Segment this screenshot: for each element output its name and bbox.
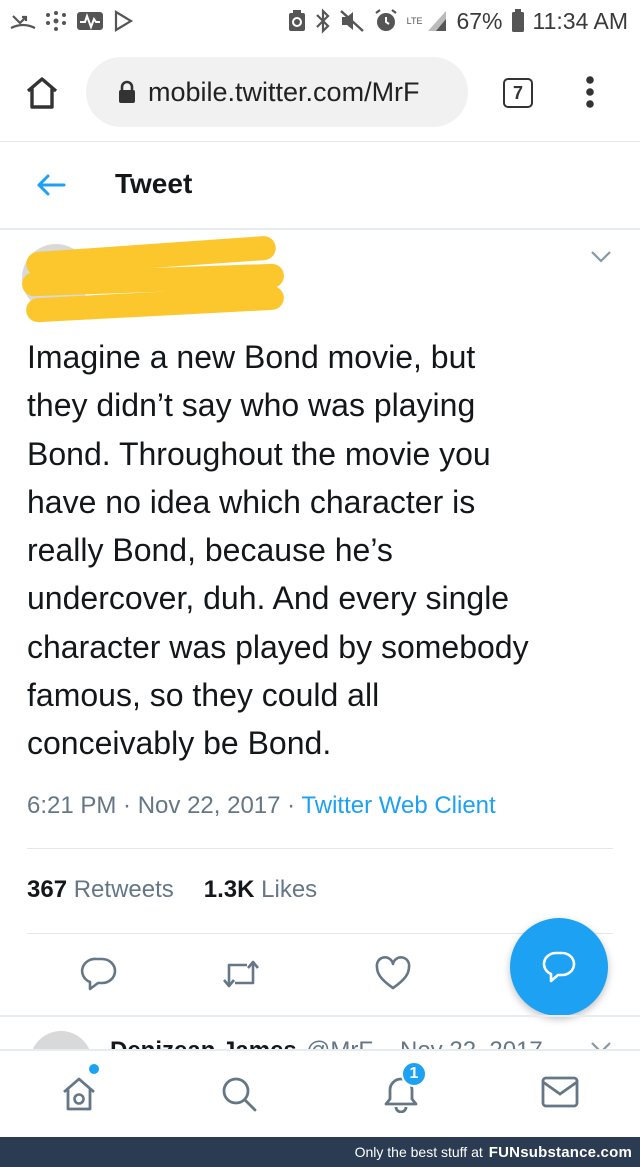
avatar[interactable] [30, 1031, 92, 1049]
new-content-dot [89, 1064, 99, 1074]
back-button[interactable] [34, 170, 68, 200]
retweets-stat[interactable]: 367 Retweets [27, 876, 174, 903]
nav-home[interactable] [60, 1075, 98, 1113]
compose-reply-button[interactable] [510, 918, 608, 1016]
likes-count: 1.3K [203, 876, 255, 903]
search-icon [222, 1077, 257, 1112]
tweet-text-line: conceivably be Bond. [27, 725, 332, 762]
like-button[interactable] [374, 955, 412, 993]
nav-messages[interactable] [540, 1075, 580, 1109]
reply-tweet-preview[interactable]: Denizean James @MrF Nov 22, 2017 [0, 1017, 640, 1049]
tweet-text-line: famous, so they could all [27, 677, 380, 714]
tweet-text-line: Imagine a new Bond movie, but [27, 339, 476, 375]
tweet-stats: 367 Retweets 1.3K Likes [27, 876, 317, 904]
tweet-text: Imagine a new Bond movie, but they didn’… [27, 333, 627, 768]
notifications-badge: 1 [401, 1061, 427, 1087]
network-type-label: LTE [406, 15, 423, 26]
reply-author-handle: @MrF [306, 1037, 373, 1049]
tweet-text-line: undercover, duh. And every single [27, 580, 510, 617]
signal-icon [428, 11, 447, 31]
retweets-count: 367 [27, 876, 68, 903]
tab-switcher-button[interactable]: 7 [503, 78, 533, 108]
retweet-icon [223, 960, 259, 988]
tweet-author [0, 232, 640, 332]
tweet-text-line: have no idea which character is [27, 483, 476, 520]
more-vertical-icon [586, 76, 594, 108]
chevron-down-icon [591, 251, 611, 263]
status-bar: LTE 67% 11:34 AM [0, 0, 640, 42]
back-arrow-icon [37, 174, 66, 196]
lock-icon [119, 80, 135, 103]
tweet-client-link[interactable]: Twitter Web Client [301, 792, 495, 819]
play-store-icon [114, 10, 134, 32]
reply-options-button[interactable] [590, 1041, 612, 1049]
home-icon [26, 77, 58, 109]
nav-search[interactable] [220, 1075, 258, 1113]
browser-menu-button[interactable] [580, 74, 600, 110]
tweet-text-line: really Bond, because he’s [27, 532, 393, 569]
grid-dots-icon [46, 11, 66, 31]
missed-call-icon [10, 15, 36, 29]
address-bar[interactable]: mobile.twitter.com/MrF [86, 57, 468, 127]
footer-brand: FUNsubstance.com [488, 1143, 632, 1161]
tweet-text-line: they didn’t say who was playing [27, 387, 476, 424]
bluetooth-icon [315, 8, 330, 34]
alarm-icon [374, 9, 397, 31]
footer-tagline: Only the best stuff at [354, 1144, 483, 1160]
page-header: Tweet [0, 142, 640, 230]
reply-button[interactable] [80, 955, 118, 993]
reply-icon [80, 957, 117, 991]
mail-icon [541, 1076, 579, 1108]
recycle-icon [288, 10, 305, 31]
mute-icon [339, 10, 364, 32]
likes-label: Likes [261, 876, 318, 903]
likes-stat[interactable]: 1.3K Likes [204, 876, 317, 903]
page-title: Tweet [115, 168, 193, 199]
chevron-down-icon [591, 1042, 611, 1049]
tweet-timestamp: 6:21 PM · Nov 22, 2017 · Twitter Web Cli… [27, 792, 496, 819]
clock: 11:34 AM [532, 7, 628, 34]
tweet-text-line: Bond. Throughout the movie you [27, 435, 491, 472]
browser-home-button[interactable] [24, 76, 60, 110]
retweet-button[interactable] [220, 955, 262, 993]
reply-date: Nov 22, 2017 [400, 1037, 543, 1049]
tweet-time: 6:21 PM [27, 792, 117, 819]
home-icon [63, 1077, 95, 1111]
battery-icon [511, 9, 524, 32]
divider [27, 848, 613, 849]
browser-toolbar: mobile.twitter.com/MrF 7 [0, 42, 640, 142]
reply-author-name: Denizean James [110, 1037, 297, 1049]
tweet-text-line: character was played by somebody [27, 628, 529, 665]
watermark-footer: Only the best stuff at FUNsubstance.com [0, 1137, 640, 1167]
tweet-date: Nov 22, 2017 [137, 792, 281, 819]
status-bar-left [10, 10, 134, 32]
retweets-label: Retweets [73, 876, 174, 903]
battery-percent: 67% [456, 7, 503, 34]
url-text: mobile.twitter.com/MrF [148, 76, 420, 107]
activity-icon [77, 12, 103, 30]
heart-icon [375, 956, 411, 990]
speech-bubble-icon [542, 951, 576, 983]
bottom-navigation [0, 1049, 640, 1137]
tweet-options-button[interactable] [590, 250, 612, 264]
status-bar-right: LTE 67% 11:34 AM [287, 8, 628, 35]
